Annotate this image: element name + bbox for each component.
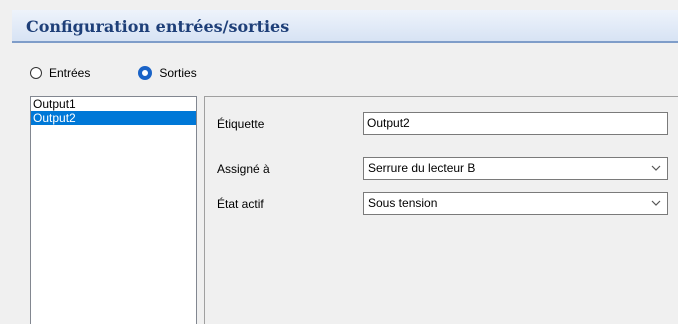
page-title: Configuration entrées/sorties xyxy=(26,17,290,36)
chevron-down-icon xyxy=(651,200,661,206)
state-dropdown[interactable]: Sous tension xyxy=(363,192,668,215)
radio-unselected-icon xyxy=(30,67,42,79)
details-panel: Étiquette Output2 Assigné à Serrure du l… xyxy=(204,96,678,324)
list-item-output2[interactable]: Output2 xyxy=(31,111,196,125)
state-field-label: État actif xyxy=(217,197,264,211)
assigned-dropdown[interactable]: Serrure du lecteur B xyxy=(363,157,668,180)
assigned-field-label: Assigné à xyxy=(217,162,270,176)
assigned-dropdown-value: Serrure du lecteur B xyxy=(368,161,476,175)
radio-sorties-label: Sorties xyxy=(159,66,197,80)
output-list[interactable]: Output1 Output2 xyxy=(30,96,197,324)
radio-entrees[interactable]: Entrées xyxy=(30,66,90,80)
radio-selected-icon xyxy=(138,66,153,80)
label-field-label: Étiquette xyxy=(217,117,265,131)
io-configuration-window: Configuration entrées/sorties Entrées So… xyxy=(0,0,678,324)
radio-entrees-label: Entrées xyxy=(49,66,91,80)
label-input[interactable]: Output2 xyxy=(363,112,668,135)
section-header: Configuration entrées/sorties xyxy=(12,10,678,43)
state-dropdown-value: Sous tension xyxy=(368,196,438,210)
list-item-output1[interactable]: Output1 xyxy=(31,97,196,111)
chevron-down-icon xyxy=(651,165,661,171)
mode-radio-group: Entrées Sorties xyxy=(30,66,197,80)
radio-sorties[interactable]: Sorties xyxy=(138,66,197,80)
